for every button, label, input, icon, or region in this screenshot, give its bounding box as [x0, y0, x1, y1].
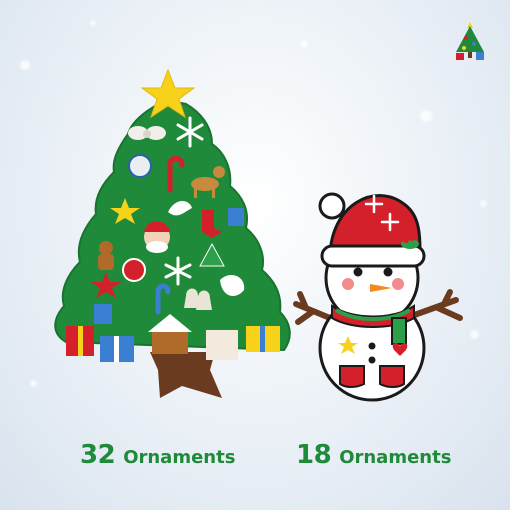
- tree-logo-icon: [456, 22, 484, 60]
- snowman-left-pocket: [339, 365, 365, 388]
- christmas-tree-icon: [54, 68, 291, 398]
- gingerbread-house-ornament: [152, 330, 188, 354]
- red-ball-ornament: [122, 258, 146, 282]
- snowman-left-arm: [293, 291, 333, 325]
- tree-ornament-count: 32: [80, 440, 116, 470]
- snowman-ornament-label: Ornaments: [339, 447, 452, 468]
- snowman-scarf-tail: [391, 317, 407, 345]
- snowman-hat-pompom: [318, 192, 346, 220]
- snowman-ornament-count: 18: [296, 440, 332, 470]
- snowman-right-pocket: [379, 365, 405, 388]
- snowman-button: [368, 342, 376, 350]
- blue-gift-ornament: [228, 208, 244, 226]
- snowman-icon: [293, 192, 463, 402]
- snowman-left-eye: [353, 267, 363, 277]
- product-illustration: [54, 68, 463, 402]
- gingerbread-ornament: [98, 241, 114, 270]
- santa-ornament: [144, 221, 170, 253]
- blue-lantern-ornament: [94, 304, 112, 324]
- snowman-right-eye: [383, 267, 393, 277]
- white-ball-ornament: [128, 154, 152, 178]
- snowman-right-cheek: [392, 278, 404, 290]
- tree-body: [54, 98, 291, 352]
- tree-ornament-caption: 32 Ornaments: [80, 440, 235, 480]
- gift-white-ornament: [206, 330, 238, 360]
- snowman-left-cheek: [342, 278, 354, 290]
- snowman-ornament-caption: 18 Ornaments: [296, 440, 451, 480]
- tree-ornament-label: Ornaments: [123, 447, 236, 468]
- snowman-hat-brim: [320, 244, 426, 268]
